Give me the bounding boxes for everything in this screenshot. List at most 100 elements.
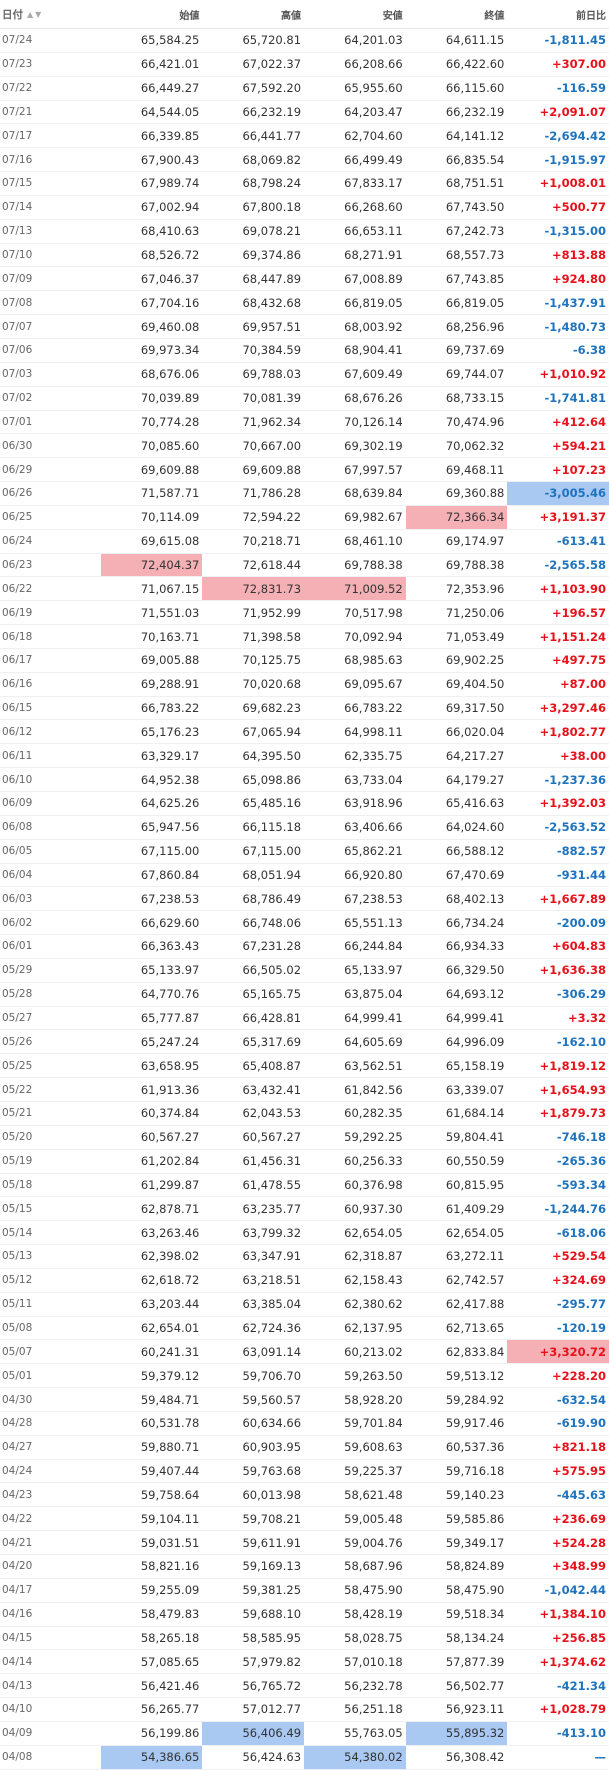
table-row: 07/08 67,704.16 68,432.68 66,819.05 66,819.0… — [0, 291, 609, 316]
row-change: +524.28 — [552, 1535, 607, 1550]
row-low: 66,268.60 — [344, 200, 403, 215]
row-change: +2,091.07 — [539, 104, 607, 119]
row-open: 65,247.24 — [140, 1034, 200, 1049]
column-header-low[interactable]: 安値 — [304, 0, 406, 28]
sort-desc-icon[interactable]: ▼ — [35, 10, 41, 19]
row-close: 68,733.15 — [445, 391, 505, 406]
column-header-close[interactable]: 終値 — [406, 0, 508, 28]
row-date: 06/12 — [2, 725, 33, 738]
row-change: -295.77 — [556, 1297, 607, 1312]
row-change: -618.06 — [556, 1225, 607, 1240]
row-low: 58,475.90 — [344, 1583, 403, 1598]
row-change: +1,010.92 — [539, 367, 607, 382]
table-row: 06/15 66,783.22 69,682.23 66,783.22 69,317.5… — [0, 697, 609, 721]
row-low: 67,008.89 — [344, 271, 403, 286]
row-date: 05/27 — [2, 1012, 33, 1025]
row-date: 06/25 — [2, 511, 33, 524]
row-low: 68,271.91 — [344, 248, 403, 263]
row-close: 59,804.41 — [445, 1130, 505, 1145]
row-low: 59,225.37 — [344, 1464, 403, 1479]
row-change: -1,437.91 — [544, 295, 607, 310]
row-high: 67,592.20 — [242, 81, 302, 96]
row-low: 68,003.92 — [344, 319, 403, 334]
row-close: 62,654.05 — [445, 1225, 505, 1240]
row-low: 63,918.96 — [344, 796, 403, 811]
row-open: 63,263.46 — [140, 1225, 200, 1240]
row-close: 59,284.92 — [445, 1392, 505, 1407]
row-change: +1,028.79 — [539, 1702, 607, 1717]
row-high: 59,706.70 — [242, 1368, 302, 1383]
row-high: 70,081.39 — [242, 391, 302, 406]
row-low: 59,004.76 — [344, 1535, 403, 1550]
sort-icons[interactable]: ▲ ▼ — [27, 10, 41, 19]
sort-asc-icon[interactable]: ▲ — [27, 10, 33, 19]
row-date: 05/07 — [2, 1345, 33, 1358]
row-high: 63,385.04 — [242, 1297, 302, 1312]
row-open: 60,374.84 — [140, 1106, 200, 1121]
row-high: 65,485.16 — [242, 796, 302, 811]
row-date: 06/16 — [2, 678, 33, 691]
row-change: +256.85 — [552, 1630, 607, 1645]
row-high: 60,903.95 — [242, 1440, 302, 1455]
row-open: 67,046.37 — [140, 271, 200, 286]
row-high: 67,231.28 — [242, 939, 302, 954]
row-open: 71,587.71 — [140, 486, 200, 501]
table-row: 05/19 61,202.84 61,456.31 60,256.33 60,550.5… — [0, 1150, 609, 1174]
row-open: 69,288.91 — [140, 677, 200, 692]
row-date: 06/10 — [2, 773, 33, 786]
row-change: +1,636.38 — [539, 963, 607, 978]
row-open: 66,363.43 — [140, 939, 200, 954]
row-open: 64,952.38 — [140, 772, 200, 787]
column-header-change[interactable]: 前日比 — [507, 0, 609, 28]
row-date: 06/09 — [2, 797, 33, 810]
row-high: 71,962.34 — [242, 414, 302, 429]
row-high: 71,952.99 — [242, 605, 302, 620]
row-open: 65,777.87 — [140, 1011, 200, 1026]
row-close: 56,502.77 — [445, 1678, 505, 1693]
table-row: 05/07 60,241.31 63,091.14 60,213.02 62,833.8… — [0, 1340, 609, 1365]
table-row: 04/16 58,479.83 59,688.10 58,428.19 59,518.3… — [0, 1603, 609, 1627]
table-row: 07/21 64,544.05 66,232.19 64,203.47 66,232.1… — [0, 101, 609, 125]
row-high: 70,384.59 — [242, 343, 302, 358]
row-open: 65,947.56 — [140, 820, 200, 835]
row-close: 64,611.15 — [445, 33, 505, 48]
row-close: 66,422.60 — [445, 57, 505, 72]
row-close: 65,158.19 — [445, 1058, 505, 1073]
row-open: 59,758.64 — [140, 1487, 200, 1502]
row-change: +924.80 — [552, 271, 607, 286]
table-row: 04/15 58,265.18 58,585.95 58,028.75 58,134.2… — [0, 1627, 609, 1651]
row-change: +38.00 — [560, 748, 607, 763]
row-high: 62,043.53 — [242, 1106, 302, 1121]
row-low: 59,292.25 — [344, 1130, 403, 1145]
row-open: 66,449.27 — [140, 81, 200, 96]
row-open: 62,878.71 — [140, 1201, 200, 1216]
row-low: 61,842.56 — [344, 1082, 403, 1097]
row-open: 64,544.05 — [140, 104, 200, 119]
row-date: 06/23 — [2, 558, 33, 571]
row-low: 56,251.18 — [344, 1702, 403, 1717]
row-high: 57,012.77 — [242, 1702, 302, 1717]
column-header-date[interactable]: 日付 ▲ ▼ — [0, 0, 101, 28]
row-high: 68,786.49 — [242, 891, 302, 906]
table-row: 07/03 68,676.06 69,788.03 67,609.49 69,744.0… — [0, 363, 609, 387]
row-change: +412.64 — [552, 414, 607, 429]
row-low: 63,875.04 — [344, 987, 403, 1002]
row-open: 65,584.25 — [140, 33, 200, 48]
row-high: 71,398.58 — [242, 629, 302, 644]
column-header-high[interactable]: 高値 — [202, 0, 304, 28]
column-header-open[interactable]: 始値 — [101, 0, 203, 28]
table-row: 07/02 70,039.89 70,081.39 68,676.26 68,733.1… — [0, 387, 609, 411]
row-low: 62,137.95 — [344, 1320, 403, 1335]
table-row: 07/13 68,410.63 69,078.21 66,653.11 67,242.7… — [0, 220, 609, 244]
row-low: 57,010.18 — [344, 1654, 403, 1669]
row-open: 67,115.00 — [140, 844, 200, 859]
row-date: 06/18 — [2, 630, 33, 643]
row-close: 63,272.11 — [445, 1249, 505, 1264]
row-date: 07/14 — [2, 201, 33, 214]
table-row: 04/09 56,199.86 56,406.49 55,763.05 55,895.3… — [0, 1721, 609, 1746]
row-close: 70,474.96 — [445, 414, 505, 429]
row-date: 04/28 — [2, 1417, 33, 1430]
row-date: 06/04 — [2, 868, 33, 881]
table-row: 04/28 60,531.78 60,634.66 59,701.84 59,917.4… — [0, 1412, 609, 1436]
row-high: 65,098.86 — [242, 772, 302, 787]
